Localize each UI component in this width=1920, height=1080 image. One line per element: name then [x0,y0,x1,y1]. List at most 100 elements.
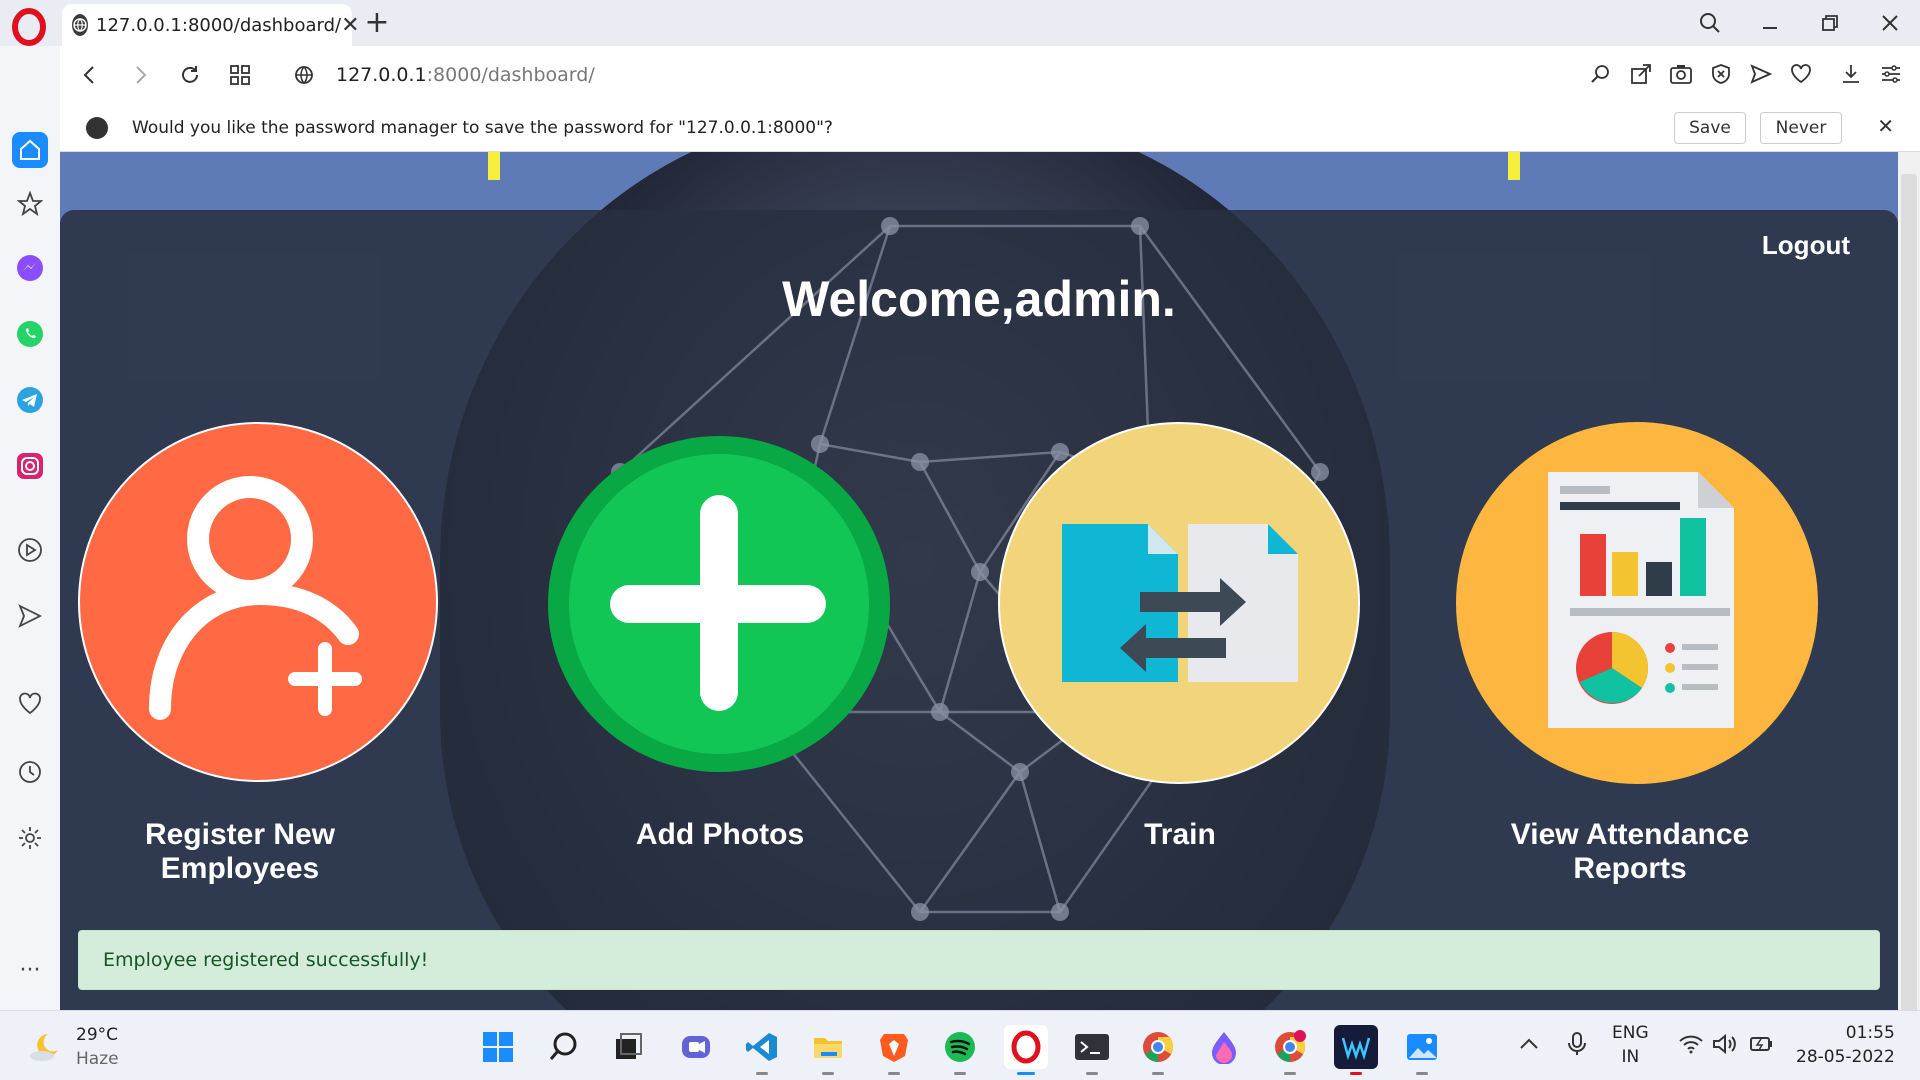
back-icon[interactable] [70,55,110,95]
bookmarks-icon[interactable] [12,186,48,222]
active-indicator [1017,1072,1035,1075]
messenger-icon[interactable] [12,250,48,286]
password-prompt-text: Would you like the password manager to s… [132,117,833,138]
file-transfer-icon[interactable] [998,422,1360,784]
clock[interactable]: 01:55 28-05-2022 [1796,1021,1895,1069]
running-indicator [822,1072,834,1075]
whatsapp-icon[interactable] [12,316,48,352]
more-icon[interactable]: ··· [12,952,48,988]
opera-taskbar-icon[interactable] [1004,1025,1048,1075]
report-icon[interactable] [1456,422,1818,784]
minimize-button[interactable] [1752,8,1788,38]
audio-app-icon[interactable] [1334,1025,1378,1075]
site-globe-icon [72,14,88,36]
windows-taskbar: 29°C Haze ENG IN 01:55 28-05-2022 [0,1010,1920,1080]
search-icon[interactable] [542,1025,586,1069]
page-viewport: Logout Welcome,admin. Register New Emplo… [60,152,1898,1010]
key-icon [86,116,108,139]
train-label[interactable]: Train [1000,818,1360,852]
restore-button[interactable] [1812,8,1848,38]
browser-tab[interactable]: 127.0.0.1:8000/dashboard/ ✕ [62,4,360,46]
show-hidden-icons[interactable] [1518,1033,1540,1062]
running-indicator [1284,1072,1296,1075]
player-icon[interactable] [12,532,48,568]
search-tabs-icon[interactable] [1692,8,1728,38]
never-save-button[interactable]: Never [1760,112,1842,144]
chrome-icon[interactable] [1136,1025,1180,1075]
running-indicator [1416,1072,1428,1075]
new-tab-button[interactable]: + [362,8,392,38]
send-icon[interactable] [1746,56,1776,92]
clock-time: 01:55 [1845,1023,1895,1043]
weather-condition-text: Haze [76,1049,119,1069]
clock-date: 28-05-2022 [1796,1047,1895,1067]
start-menu-icon[interactable] [476,1025,520,1069]
battery-icon[interactable] [1748,1033,1774,1062]
running-indicator [954,1072,966,1075]
running-indicator [756,1072,768,1075]
page-scrollbar[interactable] [1898,152,1920,1014]
instagram-icon[interactable] [12,448,48,484]
url-field[interactable]: 127.0.0.1:8000/dashboard/ [336,64,595,86]
running-indicator [888,1072,900,1075]
running-indicator [1350,1072,1362,1075]
download-icon[interactable] [1836,56,1866,92]
add-photos-label[interactable]: Add Photos [540,818,900,852]
tab-title: 127.0.0.1:8000/dashboard/ [96,14,342,36]
save-password-button[interactable]: Save [1674,112,1746,144]
heart-icon[interactable] [1786,56,1816,92]
site-info-icon[interactable] [284,55,324,95]
home-icon[interactable] [12,132,48,168]
temperature-text: 29°C [76,1025,119,1045]
brave-browser-icon[interactable] [872,1025,916,1075]
scrollbar-thumb[interactable] [1901,174,1917,1014]
address-bar: 127.0.0.1:8000/dashboard/ [60,46,1920,104]
teams-chat-icon[interactable] [674,1025,718,1069]
opera-sidebar: ··· [0,46,60,1010]
share-icon[interactable] [1626,56,1656,92]
password-save-bar: Would you like the password manager to s… [60,104,1920,152]
telegram-icon[interactable] [12,382,48,418]
spotify-icon[interactable] [938,1025,982,1075]
forward-icon[interactable] [120,55,160,95]
heart-icon[interactable] [12,686,48,722]
tab-grid-icon[interactable] [220,55,260,95]
vscode-icon[interactable] [740,1025,784,1075]
running-indicator [1086,1072,1098,1075]
close-icon[interactable]: ✕ [1877,114,1894,138]
moon-cloud-icon [30,1034,58,1061]
decorative-marker [1508,152,1520,180]
add-user-icon[interactable] [78,422,438,782]
welcome-heading: Welcome,admin. [782,271,1176,327]
tab-bar: 127.0.0.1:8000/dashboard/ ✕ + [0,0,1920,46]
easy-setup-icon[interactable] [1876,56,1906,92]
zoom-icon[interactable] [1586,56,1616,92]
chrome-profile-icon[interactable] [1268,1025,1312,1075]
terminal-icon[interactable] [1070,1025,1114,1075]
task-view-icon[interactable] [606,1025,650,1069]
wifi-icon[interactable] [1678,1033,1704,1062]
volume-icon[interactable] [1712,1033,1738,1062]
language-indicator[interactable]: ENG IN [1612,1021,1649,1069]
plus-icon[interactable] [548,436,890,772]
success-alert: Employee registered successfully! [78,930,1880,990]
settings-gear-icon[interactable] [12,820,48,856]
microphone-icon[interactable] [1566,1031,1588,1064]
weather-widget[interactable]: 29°C Haze [28,1023,119,1071]
flow-send-icon[interactable] [12,598,48,634]
adblock-icon[interactable] [1706,56,1736,92]
reload-icon[interactable] [170,55,210,95]
file-explorer-icon[interactable] [806,1025,850,1075]
close-tab-icon[interactable]: ✕ [341,11,359,39]
paint-app-icon[interactable] [1202,1025,1246,1069]
history-icon[interactable] [12,754,48,790]
running-indicator [1152,1072,1164,1075]
logout-link[interactable]: Logout [1762,230,1850,261]
decorative-marker [488,152,500,180]
opera-menu-icon[interactable] [10,8,48,46]
attendance-reports-label[interactable]: View Attendance Reports [1460,818,1800,886]
register-employee-label[interactable]: Register New Employees [80,818,400,886]
photos-icon[interactable] [1400,1025,1444,1075]
camera-icon[interactable] [1666,56,1696,92]
close-window-button[interactable] [1872,8,1908,38]
